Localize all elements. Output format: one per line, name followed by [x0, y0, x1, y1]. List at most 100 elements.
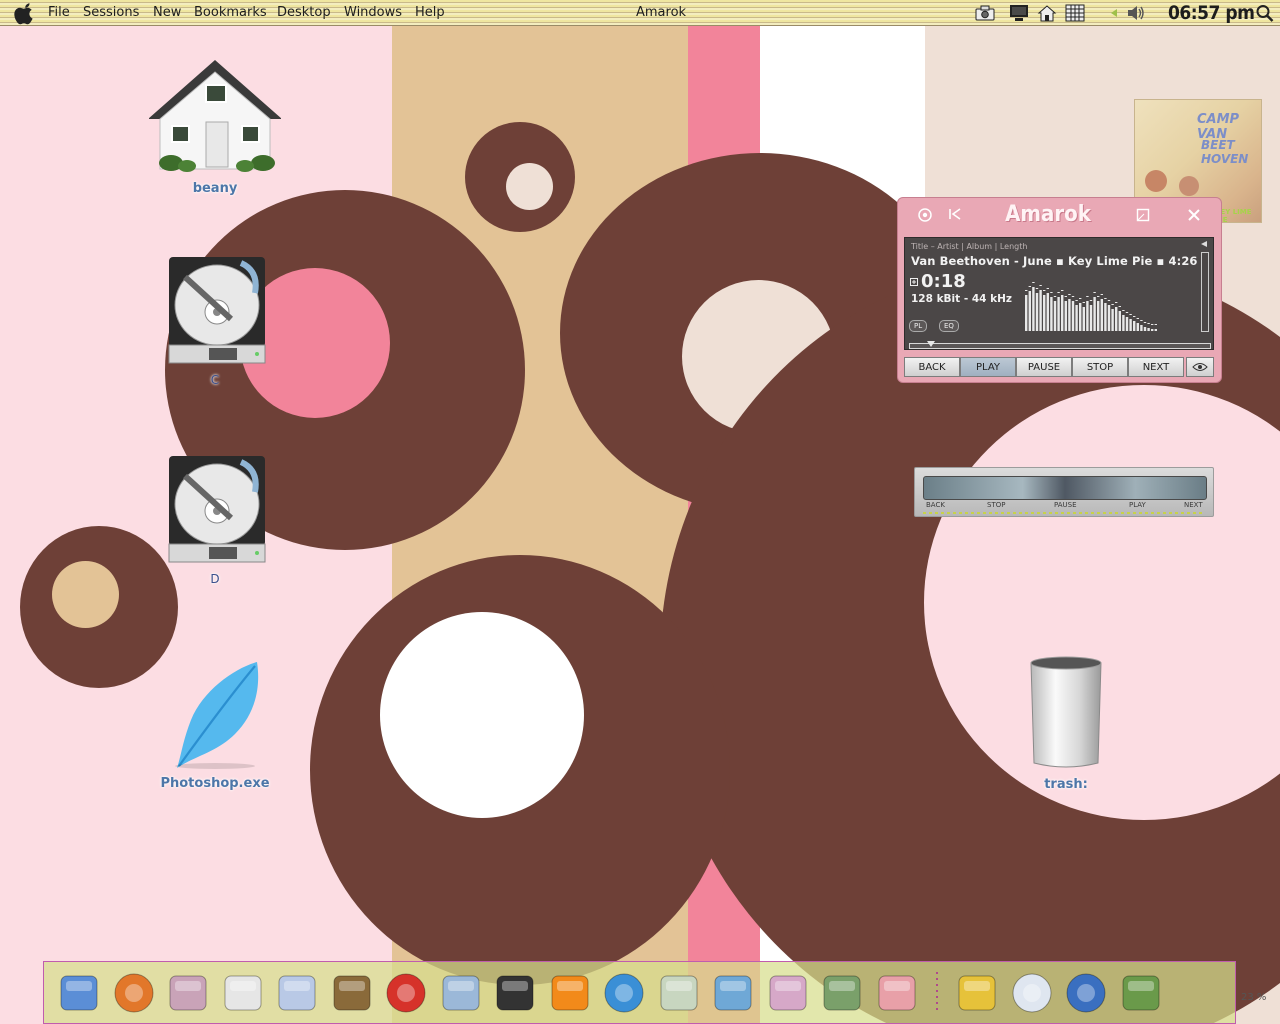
alien-icon[interactable]: [165, 970, 211, 1016]
spectrum-bar: [1107, 305, 1111, 331]
firefox-icon[interactable]: [111, 970, 157, 1016]
notes-icon[interactable]: [274, 970, 320, 1016]
spectrum-peak: [1082, 302, 1085, 303]
spectrum-peak: [1125, 312, 1129, 313]
seek-bar[interactable]: [909, 341, 1211, 349]
gimp-icon[interactable]: [329, 970, 375, 1016]
pause-button[interactable]: PAUSE: [1016, 357, 1072, 377]
menu-bookmarks[interactable]: Bookmarks: [194, 5, 267, 20]
vlc-icon[interactable]: [547, 970, 593, 1016]
mini-pause-button[interactable]: PAUSE: [1054, 501, 1077, 509]
volume-tray-icon[interactable]: [1126, 4, 1146, 22]
time-toggle-icon[interactable]: [910, 278, 918, 286]
hard-drive-icon: [168, 257, 266, 364]
mini-back-button[interactable]: BACK: [926, 501, 945, 509]
elapsed-time[interactable]: 0:18: [921, 271, 966, 292]
spectrum-analyzer: [1025, 282, 1157, 331]
amarok-titlebar[interactable]: Amarok: [898, 198, 1221, 232]
home-tray-icon[interactable]: [1037, 4, 1057, 22]
back-arrow-tray-icon[interactable]: [1108, 4, 1120, 22]
minimize-icon[interactable]: [1136, 208, 1150, 222]
spectrum-peak: [1057, 292, 1060, 293]
mail-icon[interactable]: [220, 970, 266, 1016]
camera-tray-icon[interactable]: [975, 4, 995, 22]
menu-file[interactable]: File: [48, 5, 70, 20]
clock[interactable]: 06:57 pm: [1168, 2, 1255, 24]
usb-icon[interactable]: [819, 970, 865, 1016]
desktop-icon-drive-c[interactable]: C: [145, 255, 285, 387]
spectrum-bar: [1086, 301, 1089, 331]
ipod-icon-glyph: [714, 975, 752, 1011]
penguin-icon[interactable]: [954, 970, 1000, 1016]
finder-icon[interactable]: [56, 970, 102, 1016]
equalizer-toggle-button[interactable]: EQ: [939, 320, 959, 332]
visualization-button[interactable]: [1186, 357, 1214, 377]
spectrum-peak: [1136, 318, 1139, 319]
desktop-icon-home[interactable]: beany: [145, 57, 285, 196]
close-icon[interactable]: [1186, 207, 1202, 223]
spectrum-bar: [1140, 325, 1143, 331]
menu-new[interactable]: New: [153, 5, 181, 20]
spectrum-peak: [1068, 294, 1071, 295]
next-button[interactable]: NEXT: [1128, 357, 1184, 377]
volume-slider[interactable]: [1201, 252, 1209, 332]
spectrum-peak: [1151, 324, 1154, 325]
spectrum-peak: [1061, 290, 1064, 291]
monitor-tray-icon[interactable]: [1009, 4, 1029, 22]
apple-logo-icon[interactable]: [14, 3, 36, 25]
vlc-icon-glyph: [551, 975, 588, 1011]
flash-icon[interactable]: [438, 970, 484, 1016]
back-button[interactable]: BACK: [904, 357, 960, 377]
seek-handle[interactable]: [927, 341, 935, 347]
compass-icon[interactable]: [1063, 970, 1109, 1016]
menu-windows[interactable]: Windows: [344, 5, 402, 20]
spectrum-bar: [1035, 293, 1039, 331]
menubar: File Sessions New Bookmarks Desktop Wind…: [0, 0, 1280, 26]
burn-icon[interactable]: [383, 970, 429, 1016]
desktop-icon-photoshop[interactable]: Photoshop.exe: [145, 660, 285, 791]
media-player-icon-glyph: [604, 973, 644, 1013]
menu-help[interactable]: Help: [415, 5, 445, 20]
itunes-icon[interactable]: [656, 970, 702, 1016]
spectrum-peak: [1147, 323, 1150, 324]
spectrum-peak: [1035, 288, 1039, 289]
menu-sessions[interactable]: Sessions: [83, 5, 139, 20]
menu-desktop[interactable]: Desktop: [277, 5, 331, 20]
spectrum-bar: [1104, 303, 1107, 331]
kde-icon[interactable]: [1009, 970, 1055, 1016]
desktop-icon-label: C: [210, 373, 220, 387]
compass-icon-glyph: [1066, 973, 1106, 1013]
album-art-figure: [1179, 176, 1199, 196]
mini-next-button[interactable]: NEXT: [1184, 501, 1203, 509]
usb-icon-glyph: [823, 975, 861, 1011]
spectrum-bar: [1154, 329, 1157, 331]
clapper-icon[interactable]: [492, 970, 538, 1016]
spectrum-peak: [1025, 290, 1028, 291]
stop-button[interactable]: STOP: [1072, 357, 1128, 377]
mini-stop-button[interactable]: STOP: [987, 501, 1005, 509]
spectrum-peak: [1050, 292, 1053, 293]
spectrum-peak: [1154, 324, 1157, 325]
desktop-icon-trash[interactable]: trash:: [996, 655, 1136, 792]
desktop-icon-drive-d[interactable]: D: [145, 454, 285, 586]
ipod-icon[interactable]: [710, 970, 756, 1016]
spectrum-bar: [1053, 301, 1057, 331]
penguin-icon-glyph: [958, 975, 996, 1011]
playlist-toggle-button[interactable]: PL: [909, 320, 928, 332]
spectrum-peak: [1032, 282, 1035, 283]
clapper-icon-glyph: [496, 975, 534, 1011]
mp3-player-icon[interactable]: [765, 970, 811, 1016]
spectrum-peak: [1089, 300, 1093, 301]
finder-icon-glyph: [60, 975, 98, 1011]
calculator-tray-icon[interactable]: [1065, 4, 1085, 22]
spectrum-peak: [1079, 298, 1082, 299]
spectrum-peak: [1075, 300, 1078, 301]
spectrum-peak: [1053, 296, 1057, 297]
play-button[interactable]: PLAY: [960, 357, 1016, 377]
mini-play-button[interactable]: PLAY: [1129, 501, 1146, 509]
photo-icon[interactable]: [1118, 970, 1164, 1016]
search-icon[interactable]: [1255, 4, 1275, 22]
spectrum-bar: [1032, 287, 1035, 331]
camera-icon[interactable]: [874, 970, 920, 1016]
media-player-icon[interactable]: [601, 970, 647, 1016]
